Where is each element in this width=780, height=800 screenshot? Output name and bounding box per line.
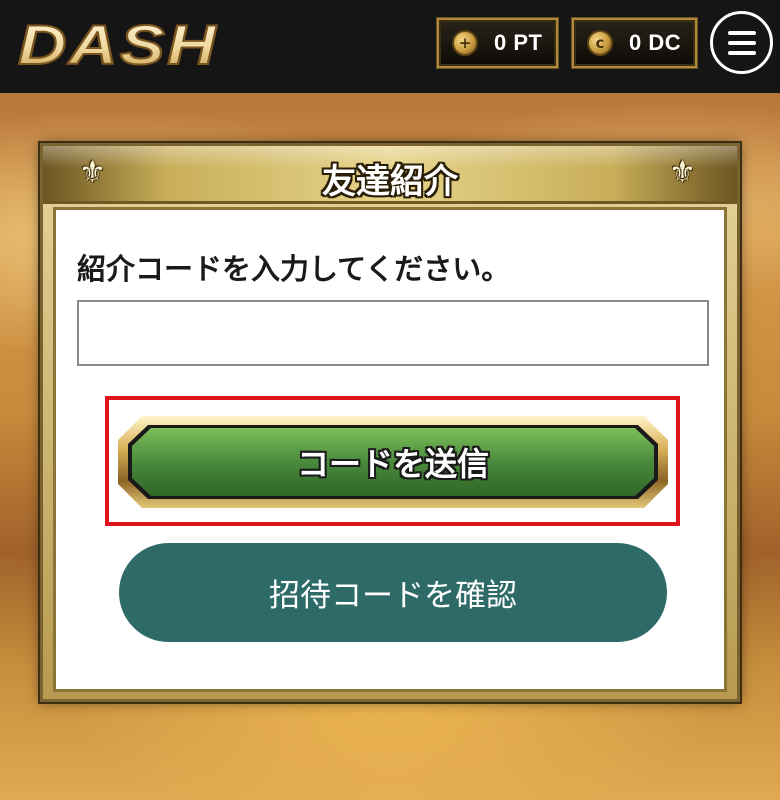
hamburger-icon-line xyxy=(727,40,756,45)
plus-coin-icon: + xyxy=(452,30,478,56)
panel-title: 友達紹介 xyxy=(322,162,458,202)
fleur-de-lis-icon: ⚜ xyxy=(669,155,696,190)
panel-title-bar: ⚜ 友達紹介 ⚜ xyxy=(43,146,737,204)
dc-coin-icon: c xyxy=(587,30,613,56)
dc-value: 0 DC xyxy=(629,30,682,55)
menu-button[interactable] xyxy=(710,11,773,74)
panel-body: 紹介コードを入力してください。 コードを送信 招待コードを確認 xyxy=(53,207,727,692)
referral-code-input[interactable] xyxy=(77,300,709,366)
referral-code-prompt: 紹介コードを入力してください。 xyxy=(77,252,511,286)
dash-logo[interactable]: DASH xyxy=(14,12,226,77)
hamburger-icon-line xyxy=(727,30,756,35)
points-value: 0 PT xyxy=(494,30,543,55)
dash-logo-graphic: DASH xyxy=(17,12,218,77)
dc-balance[interactable]: c 0 DC xyxy=(572,18,697,68)
check-invite-code-button[interactable]: 招待コードを確認 xyxy=(119,543,667,642)
points-balance[interactable]: + 0 PT xyxy=(437,18,558,68)
send-code-label: コードを送信 xyxy=(296,445,489,483)
top-header: DASH + 0 PT c 0 DC xyxy=(0,0,780,93)
send-code-button[interactable]: コードを送信 xyxy=(118,416,668,508)
hamburger-icon-line xyxy=(727,50,756,55)
svg-text:DASH: DASH xyxy=(18,14,218,74)
friend-referral-panel: ⚜ 友達紹介 ⚜ 紹介コードを入力してください。 コードを送信 招待コードを確認 xyxy=(40,143,740,702)
